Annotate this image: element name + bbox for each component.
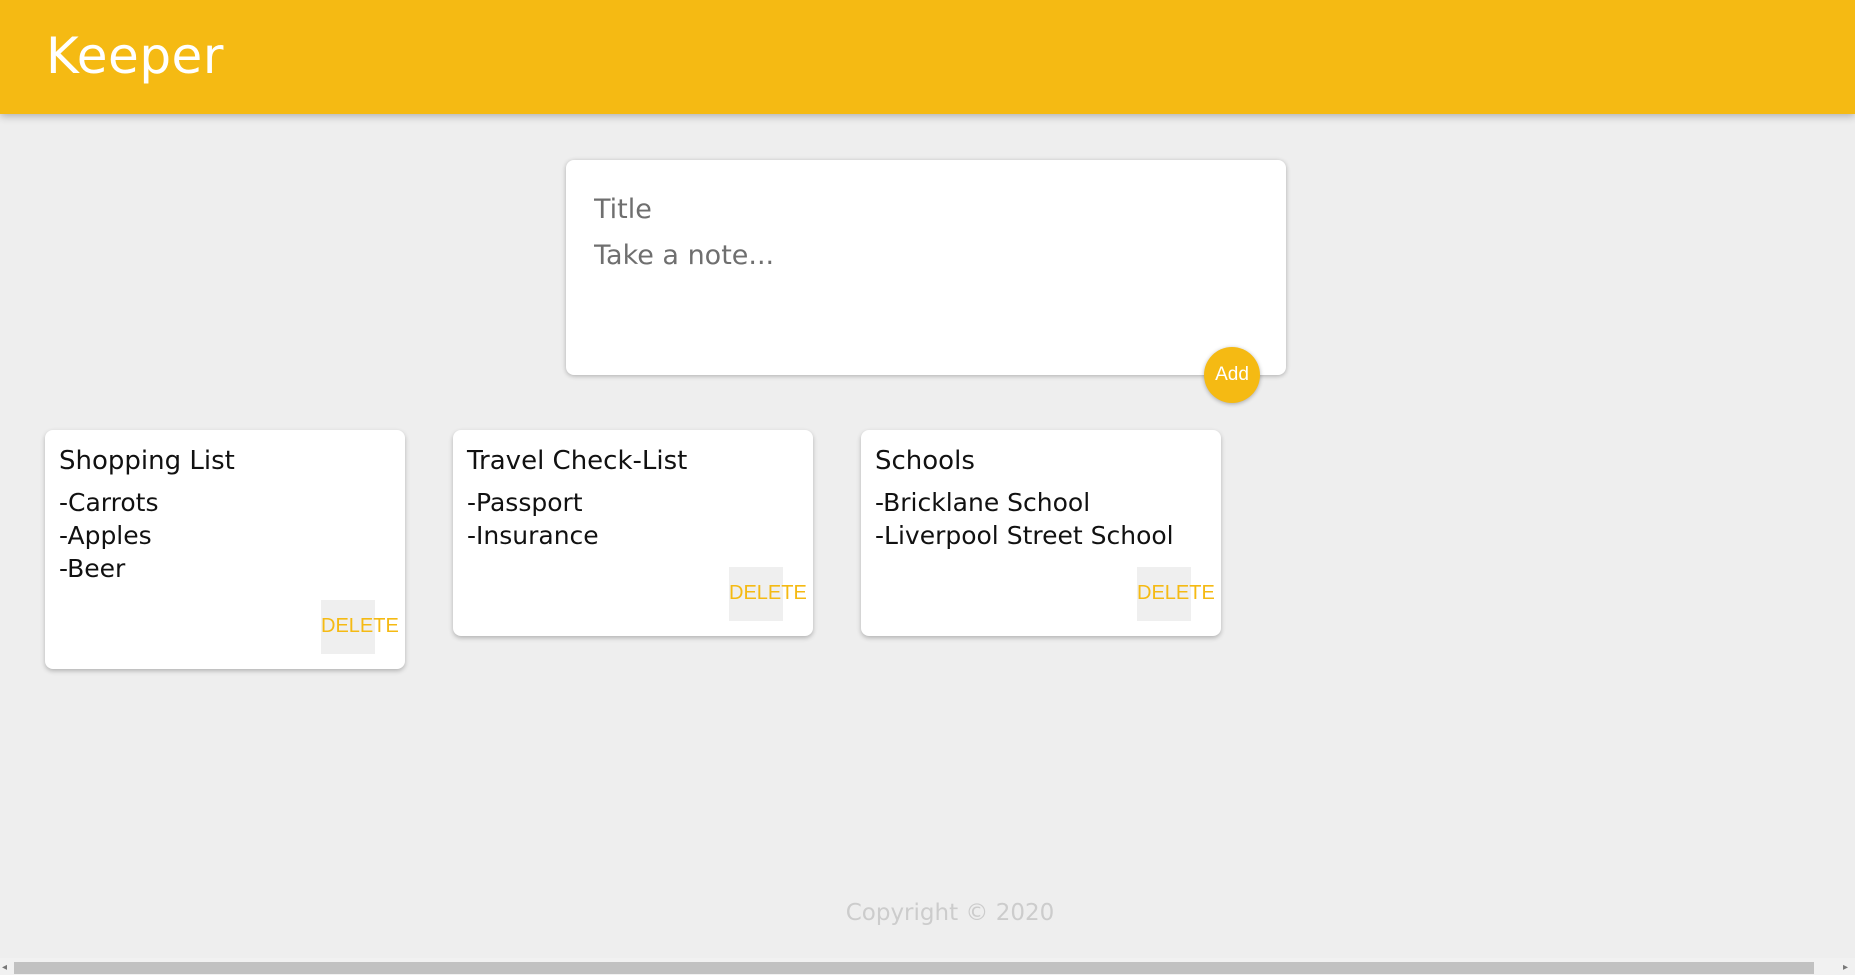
footer-copyright: Copyright © 2020 [845,900,1055,926]
keeper-app: Keeper Add Shopping List -Carrots -Apple… [0,0,1855,975]
note-title: Shopping List [59,446,235,476]
note-content: -Bricklane School -Liverpool Street Scho… [875,488,1174,550]
note-card: Travel Check-List -Passport -Insurance D… [453,430,813,636]
note-content: -Carrots -Apples -Beer [59,488,159,583]
scrollbar-thumb[interactable] [14,962,1814,974]
note-content: -Passport -Insurance [467,488,599,550]
note-title-input[interactable] [594,190,1254,228]
note-card: Schools -Bricklane School -Liverpool Str… [861,430,1221,636]
create-note-form [566,160,1286,375]
app-header: Keeper [0,0,1855,114]
delete-button-label: DELETE [1137,582,1215,604]
delete-note-button[interactable]: DELETE [1137,567,1215,621]
delete-button-label: DELETE [729,582,807,604]
app-logo-title: Keeper [46,27,224,85]
note-content-input[interactable] [594,238,1254,358]
scroll-right-arrow-icon[interactable]: ▸ [1843,962,1848,974]
note-title: Travel Check-List [467,446,688,476]
horizontal-scrollbar[interactable]: ◂ ▸ [0,958,1855,975]
note-title: Schools [875,446,975,476]
note-card: Shopping List -Carrots -Apples -Beer DEL… [45,430,405,669]
delete-button-label: DELETE [321,615,399,637]
add-note-button[interactable]: Add [1204,347,1260,403]
delete-note-button[interactable]: DELETE [729,567,807,621]
scroll-left-arrow-icon[interactable]: ◂ [2,962,7,974]
delete-note-button[interactable]: DELETE [321,600,399,654]
